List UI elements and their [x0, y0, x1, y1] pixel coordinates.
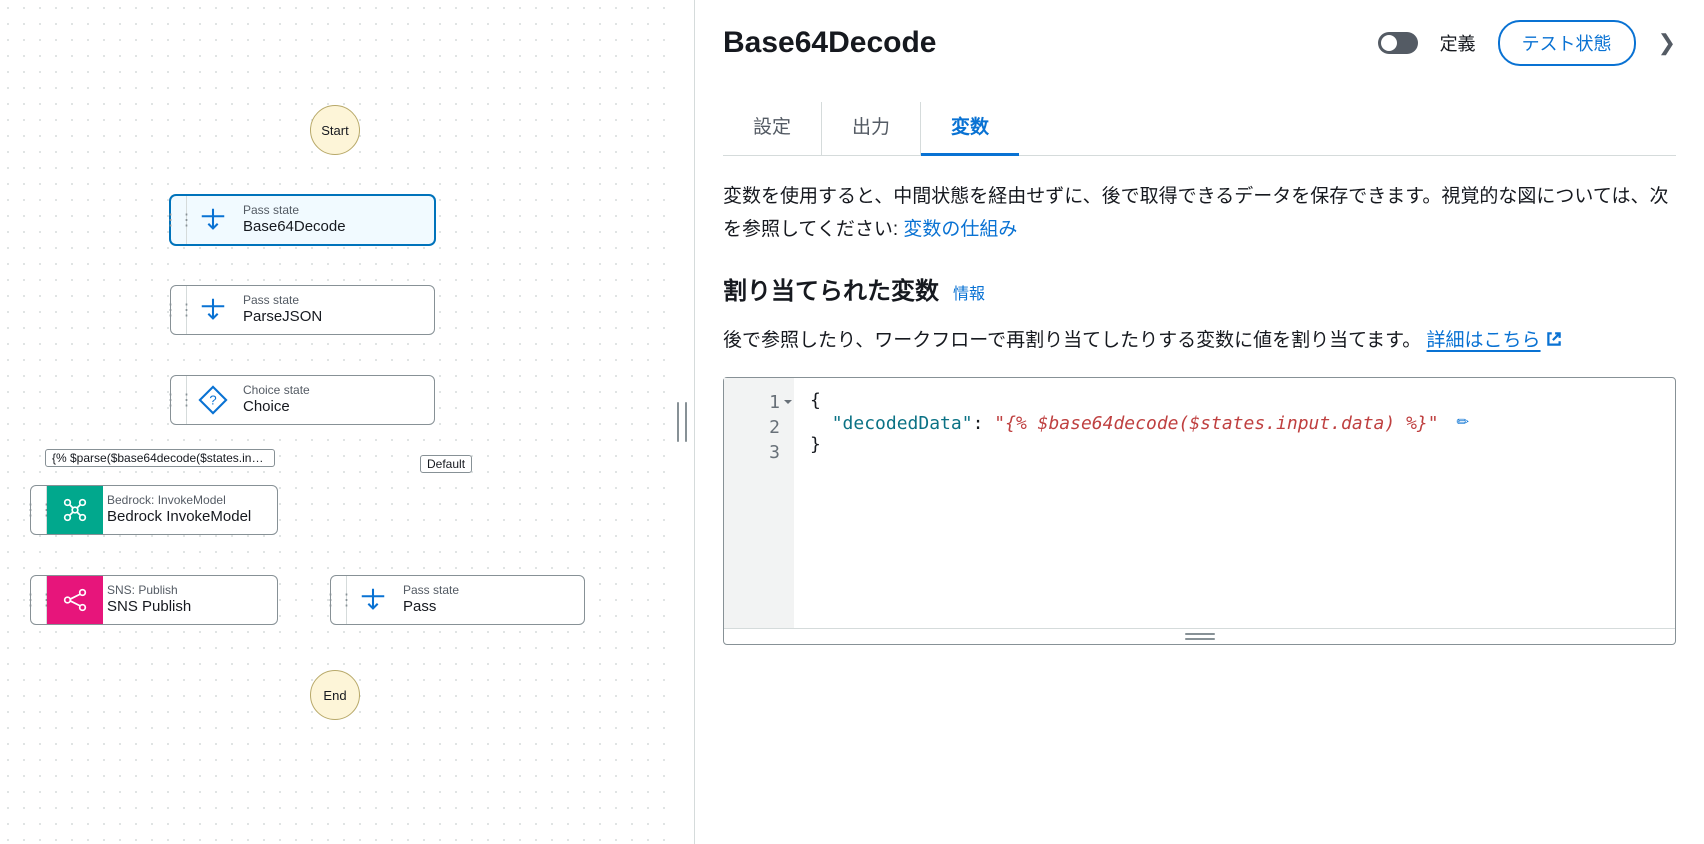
pass-state-icon	[347, 576, 399, 624]
state-title: Bedrock InvokeModel	[107, 507, 251, 527]
tabs: 設定 出力 変数	[723, 102, 1676, 156]
end-node[interactable]: End	[310, 670, 360, 720]
state-title: Base64Decode	[243, 217, 346, 237]
assign-text: 後で参照したり、ワークフローで再割り当てしたりする変数に値を割り当てます。	[723, 330, 1421, 351]
choice-default-badge[interactable]: Default	[420, 455, 472, 473]
state-node-parsejson[interactable]: ⋮⋮ Pass state ParseJSON	[170, 285, 435, 335]
choice-rule-badge[interactable]: {% $parse($base64decode($states.input...	[45, 449, 275, 467]
state-node-choice[interactable]: ⋮⋮ ? Choice state Choice	[170, 375, 435, 425]
drag-handle-icon[interactable]: ⋮⋮	[171, 286, 187, 334]
inspector-panel: Base64Decode 定義 テスト状態 ❯ 設定 出力 変数 変数を使用する…	[694, 0, 1704, 844]
variables-json-editor[interactable]: 1 2 3 { "decodedData": "{% $base64decode…	[723, 377, 1676, 645]
panel-header: Base64Decode 定義 テスト状態 ❯	[723, 20, 1676, 66]
svg-text:?: ?	[209, 393, 216, 408]
state-node-sns[interactable]: ⋮⋮ SNS: Publish SNS Publish	[30, 575, 278, 625]
end-label: End	[323, 688, 346, 703]
tab-output[interactable]: 出力	[822, 102, 921, 155]
intro-text: 変数を使用すると、中間状態を経由せずに、後で取得できるデータを保存できます。視覚…	[723, 186, 1668, 240]
learn-more-link[interactable]: 詳細はこちら	[1427, 330, 1563, 351]
state-type-label: Pass state	[243, 293, 343, 307]
assign-paragraph: 後で参照したり、ワークフローで再割り当てしたりする変数に値を割り当てます。 詳細…	[723, 324, 1676, 357]
drag-handle-icon[interactable]: ⋮⋮	[331, 576, 347, 624]
definition-toggle[interactable]	[1378, 32, 1418, 54]
pass-state-icon	[187, 196, 239, 244]
connector-layer	[0, 0, 300, 150]
workflow-canvas[interactable]: Start ⋮⋮ Pass state Base64Decode ⋮⋮ Pass…	[0, 0, 670, 844]
variables-help-link[interactable]: 変数の仕組み	[903, 219, 1017, 240]
state-node-bedrock[interactable]: ⋮⋮ Bedrock: InvokeModel Bedrock InvokeMo…	[30, 485, 278, 535]
sns-service-icon	[47, 576, 103, 624]
state-node-base64decode[interactable]: ⋮⋮ Pass state Base64Decode	[170, 195, 435, 245]
tab-variables[interactable]: 変数	[921, 102, 1019, 156]
state-type-label: Bedrock: InvokeModel	[107, 493, 251, 507]
choice-state-icon: ?	[187, 376, 239, 424]
state-title: SNS Publish	[107, 597, 207, 617]
panel-title: Base64Decode	[723, 26, 1356, 60]
editor-code[interactable]: { "decodedData": "{% $base64decode($stat…	[794, 378, 1675, 628]
drag-handle-icon[interactable]: ⋮⋮	[31, 576, 47, 624]
state-title: Choice	[243, 397, 343, 417]
assigned-variables-heading: 割り当てられた変数	[723, 271, 939, 306]
tab-config[interactable]: 設定	[723, 102, 822, 155]
state-type-label: Pass state	[403, 583, 503, 597]
editor-gutter: 1 2 3	[724, 378, 794, 628]
state-title: Pass	[403, 597, 503, 617]
info-link[interactable]: 情報	[953, 280, 985, 304]
state-type-label: Pass state	[243, 203, 346, 217]
expand-chevron-icon[interactable]: ❯	[1658, 30, 1676, 56]
state-node-pass[interactable]: ⋮⋮ Pass state Pass	[330, 575, 585, 625]
drag-handle-icon[interactable]: ⋮⋮	[171, 196, 187, 244]
start-node[interactable]: Start	[310, 105, 360, 155]
start-label: Start	[321, 123, 348, 138]
intro-paragraph: 変数を使用すると、中間状態を経由せずに、後で取得できるデータを保存できます。視覚…	[723, 180, 1676, 247]
pane-splitter[interactable]	[670, 0, 694, 844]
test-state-button[interactable]: テスト状態	[1498, 20, 1636, 66]
drag-handle-icon[interactable]: ⋮⋮	[31, 486, 47, 534]
definition-toggle-label: 定義	[1440, 30, 1476, 56]
state-type-label: SNS: Publish	[107, 583, 207, 597]
external-link-icon	[1545, 330, 1563, 348]
bedrock-service-icon	[47, 486, 103, 534]
editor-resize-handle[interactable]	[724, 628, 1675, 644]
drag-handle-icon[interactable]: ⋮⋮	[171, 376, 187, 424]
edit-pencil-icon[interactable]: ✎	[1452, 410, 1475, 433]
state-type-label: Choice state	[243, 383, 343, 397]
state-title: ParseJSON	[243, 307, 343, 327]
pass-state-icon	[187, 286, 239, 334]
